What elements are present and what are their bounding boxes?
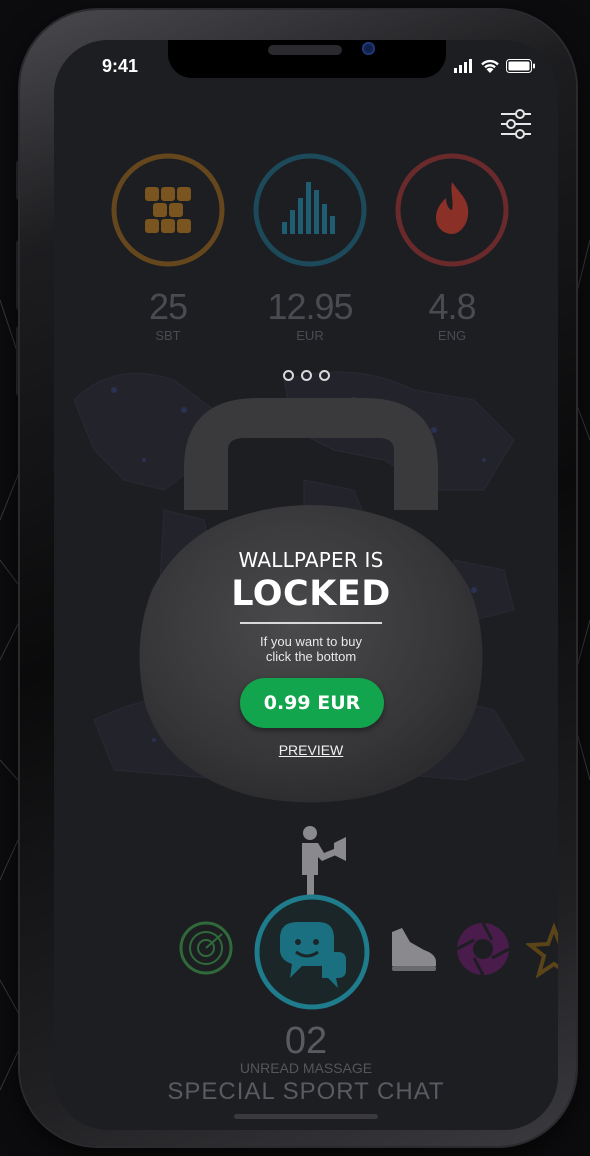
unread-label: UNREAD MASSAGE <box>239 1060 373 1076</box>
notch <box>168 40 446 78</box>
dot <box>283 370 294 381</box>
unread-count: 02 <box>284 1020 328 1062</box>
buy-button[interactable]: 0.99 EUR <box>240 678 384 728</box>
sneaker-icon[interactable] <box>384 922 440 974</box>
phone-screen: 9:41 25 SBT 12.95 EUR 4.8 ENG WALLPAPER … <box>54 40 558 1130</box>
earpiece-speaker <box>268 45 342 55</box>
sbt-stat-circle[interactable] <box>110 152 226 268</box>
dot <box>301 370 312 381</box>
wifi-icon <box>481 59 499 73</box>
status-indicators <box>454 56 536 76</box>
sbt-unit: SBT <box>155 328 181 343</box>
battery-icon <box>506 59 535 73</box>
home-indicator <box>234 1114 378 1119</box>
eur-unit: EUR <box>296 328 324 343</box>
more-dots-icon[interactable] <box>283 370 330 381</box>
front-camera <box>362 42 375 55</box>
filter-settings-icon[interactable] <box>498 106 534 142</box>
lock-subtitle: If you want to buy click the bottom <box>224 634 398 664</box>
sbt-value: 25 <box>148 286 188 327</box>
signal-icon <box>454 59 472 73</box>
shutter-icon[interactable] <box>454 920 512 978</box>
eur-stat-circle[interactable] <box>252 152 368 268</box>
blocks-icon <box>145 187 191 233</box>
section-title: SPECIAL SPORT CHAT <box>167 1078 445 1105</box>
eur-value: 12.95 <box>267 286 353 327</box>
dot <box>319 370 330 381</box>
eng-unit: ENG <box>437 328 467 343</box>
status-time: 9:41 <box>102 56 139 76</box>
star-icon[interactable] <box>526 922 558 978</box>
preview-link[interactable]: PREVIEW <box>260 742 362 758</box>
lock-subtitle-line2: click the bottom <box>265 649 357 664</box>
eng-stat-circle[interactable] <box>394 152 510 268</box>
lock-title-line2: LOCKED <box>231 574 391 614</box>
bar-chart-icon <box>282 182 335 234</box>
lock-subtitle-line1: If you want to buy <box>260 634 362 649</box>
lock-title-line1: WALLPAPER IS <box>238 548 384 572</box>
chat-icon[interactable] <box>252 892 372 1012</box>
lock-divider <box>240 622 382 624</box>
megaphone-coach-icon <box>302 826 346 897</box>
eng-value: 4.8 <box>428 286 476 327</box>
radar-icon[interactable] <box>178 920 234 976</box>
flame-icon <box>436 182 469 234</box>
